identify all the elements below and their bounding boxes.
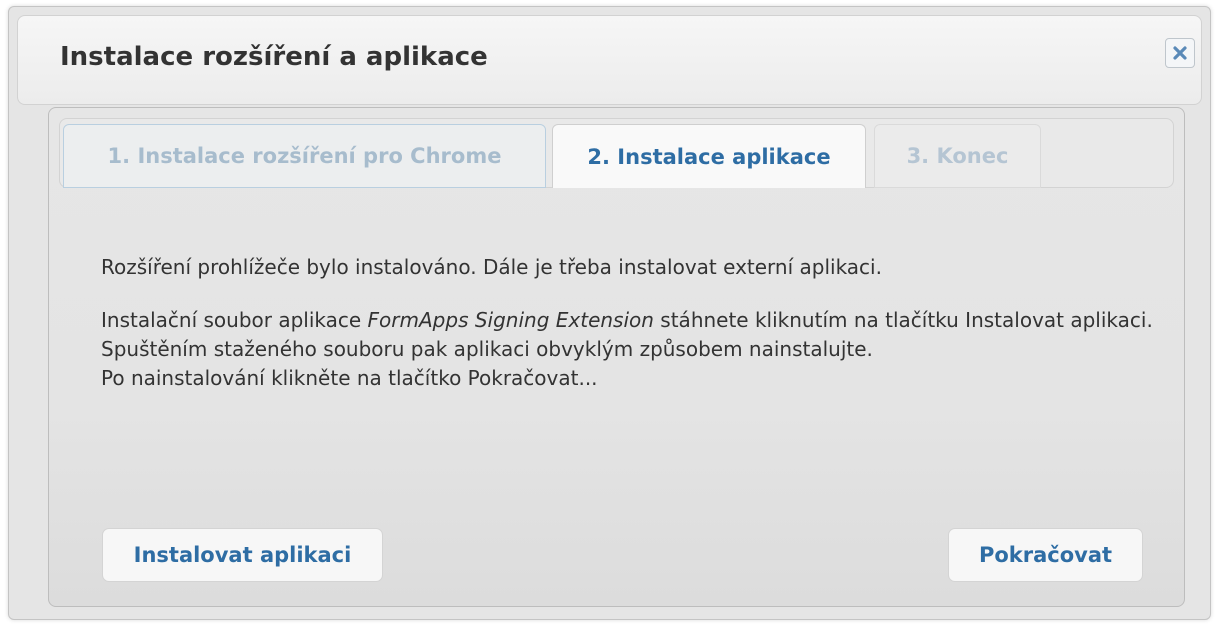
tab-finish[interactable]: 3. Konec <box>874 124 1041 188</box>
tab-install-extension[interactable]: 1. Instalace rozšíření pro Chrome <box>63 124 546 188</box>
dialog-title: Instalace rozšíření a aplikace <box>60 42 488 72</box>
tab-install-application[interactable]: 2. Instalace aplikace <box>552 124 866 188</box>
install-dialog: Instalace rozšíření a aplikace 1. Instal… <box>8 6 1211 620</box>
extension-installed-text: Rozšíření prohlížeče bylo instalováno. D… <box>101 255 882 279</box>
application-name: FormApps Signing Extension <box>367 308 654 332</box>
close-button[interactable] <box>1165 38 1195 68</box>
download-instructions: Instalační soubor aplikace FormApps Sign… <box>101 306 1161 364</box>
install-application-button[interactable]: Instalovat aplikaci <box>102 528 383 582</box>
instructions-text-part: Instalační soubor aplikace <box>101 308 368 332</box>
continue-instructions: Po nainstalování klikněte na tlačítko Po… <box>101 366 598 390</box>
instructions-text: Rozšíření prohlížeče bylo instalováno. D… <box>101 253 1161 393</box>
dialog-titlebar: Instalace rozšíření a aplikace <box>17 15 1202 105</box>
content-panel: 1. Instalace rozšíření pro Chrome 2. Ins… <box>48 107 1185 607</box>
close-x-icon <box>1173 46 1187 60</box>
wizard-tabs: 1. Instalace rozšíření pro Chrome 2. Ins… <box>59 118 1174 188</box>
continue-button[interactable]: Pokračovat <box>948 528 1143 582</box>
